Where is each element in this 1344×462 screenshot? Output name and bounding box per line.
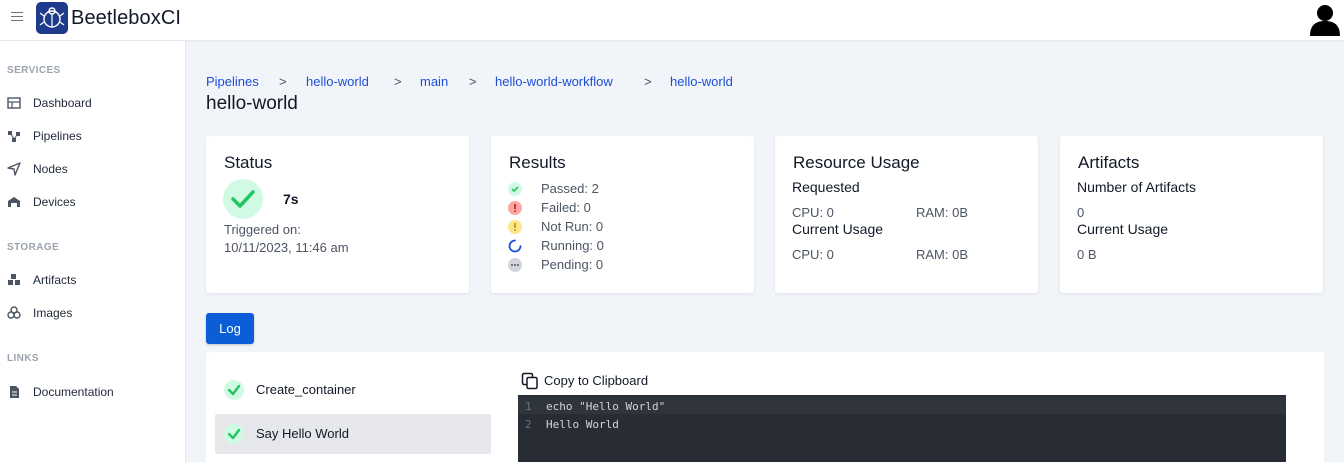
send-icon (7, 162, 21, 176)
resource-card-title: Resource Usage (793, 153, 920, 172)
breadcrumb-pipelines[interactable]: Pipelines (206, 74, 259, 89)
hamburger-menu-icon[interactable] (11, 12, 23, 24)
result-label: Pending: 0 (541, 257, 604, 272)
line-content: Hello World (546, 418, 619, 431)
result-label: Not Run: 0 (541, 219, 604, 234)
current-usage-label: Current Usage (792, 221, 884, 237)
sidebar-item-label: Artifacts (33, 273, 77, 287)
user-avatar-icon[interactable] (1308, 2, 1342, 36)
sidebar-item-label: Nodes (33, 162, 68, 176)
log-panel: Create_container Say Hello World Copy to… (206, 352, 1324, 462)
result-pending: Pending: 0 (508, 256, 738, 274)
current-cpu: CPU: 0 (792, 247, 834, 262)
status-card-title: Status (224, 153, 273, 172)
line-number: 2 (525, 418, 532, 431)
copy-icon (521, 372, 539, 390)
results-card-title: Results (509, 153, 566, 172)
artifact-count-value: 0 (1077, 205, 1085, 220)
log-line: 1 echo "Hello World" (518, 397, 1286, 414)
result-passed: Passed: 2 (508, 180, 738, 198)
requested-cpu: CPU: 0 (792, 205, 834, 220)
layers-icon (7, 306, 21, 320)
artifact-count-label: Number of Artifacts (1077, 179, 1197, 195)
log-output[interactable]: 1 echo "Hello World" 2 Hello World (518, 395, 1286, 462)
sidebar-item-documentation[interactable]: Documentation (0, 377, 186, 407)
step-say-hello-world[interactable]: Say Hello World (215, 414, 491, 454)
breadcrumb-separator: > (469, 74, 477, 89)
artifact-usage-label: Current Usage (1077, 221, 1169, 237)
result-label: Failed: 0 (541, 200, 591, 215)
beetle-logo-icon[interactable] (36, 2, 68, 34)
boxes-icon (7, 273, 21, 287)
pipeline-icon (7, 129, 21, 143)
step-label: Say Hello World (256, 426, 349, 441)
sidebar: SERVICES Dashboard Pipelines Nodes Devic… (0, 41, 186, 462)
result-not-run: Not Run: 0 (508, 218, 738, 236)
check-circle-icon (223, 179, 263, 219)
device-icon (7, 195, 21, 209)
artifacts-card: Artifacts Number of Artifacts 0 Current … (1060, 136, 1323, 293)
breadcrumb-separator: > (644, 74, 652, 89)
error-circle-icon (508, 201, 522, 215)
line-content: echo "Hello World" (546, 400, 666, 413)
sidebar-item-label: Documentation (33, 385, 114, 399)
triggered-label: Triggered on: (224, 222, 301, 237)
sidebar-item-label: Dashboard (33, 96, 92, 110)
warning-circle-icon (508, 220, 522, 234)
sidebar-item-nodes[interactable]: Nodes (0, 154, 186, 184)
sidebar-item-dashboard[interactable]: Dashboard (0, 88, 186, 118)
artifact-usage-value: 0 B (1077, 247, 1097, 262)
requested-ram: RAM: 0B (916, 205, 969, 220)
line-number: 1 (525, 400, 532, 413)
sidebar-section-links: LINKS (7, 353, 39, 364)
result-failed: Failed: 0 (508, 199, 738, 217)
breadcrumb-workflow[interactable]: hello-world-workflow (495, 74, 613, 89)
spinner-icon (508, 239, 522, 253)
brand-name[interactable]: BeetleboxCI (71, 7, 181, 30)
check-circle-icon (508, 182, 522, 196)
sidebar-item-devices[interactable]: Devices (0, 187, 186, 217)
result-label: Running: 0 (541, 238, 604, 253)
log-tab-button[interactable]: Log (206, 313, 254, 344)
sidebar-item-pipelines[interactable]: Pipelines (0, 121, 186, 151)
result-label: Passed: 2 (541, 181, 599, 196)
sidebar-item-artifacts[interactable]: Artifacts (0, 265, 186, 295)
document-icon (7, 385, 21, 399)
status-card: Status 7s Triggered on: 10/11/2023, 11:4… (206, 136, 469, 293)
sidebar-item-label: Pipelines (33, 129, 82, 143)
sidebar-item-label: Images (33, 306, 73, 320)
breadcrumb-separator: > (394, 74, 402, 89)
pending-dots-icon (508, 258, 522, 272)
check-circle-icon (224, 424, 244, 444)
breadcrumb-branch[interactable]: main (420, 74, 448, 89)
triggered-value: 10/11/2023, 11:46 am (224, 240, 349, 255)
sidebar-item-label: Devices (33, 195, 76, 209)
results-card: Results Passed: 2 Failed: 0 Not Run: 0 R… (491, 136, 754, 293)
copy-label: Copy to Clipboard (544, 373, 649, 388)
check-circle-icon (224, 380, 244, 400)
step-label: Create_container (256, 382, 356, 397)
sidebar-section-storage: STORAGE (7, 242, 60, 253)
breadcrumb-separator: > (279, 74, 287, 89)
table-icon (7, 96, 21, 110)
result-running: Running: 0 (508, 237, 738, 255)
sidebar-item-images[interactable]: Images (0, 298, 186, 328)
step-create-container[interactable]: Create_container (215, 370, 491, 410)
current-ram: RAM: 0B (916, 247, 969, 262)
requested-label: Requested (792, 179, 860, 195)
status-duration: 7s (283, 191, 299, 207)
page-title: hello-world (206, 93, 298, 114)
breadcrumb-pipeline[interactable]: hello-world (306, 74, 369, 89)
resource-usage-card: Resource Usage Requested CPU: 0 RAM: 0B … (775, 136, 1038, 293)
breadcrumb-job[interactable]: hello-world (670, 74, 733, 89)
top-bar: BeetleboxCI (0, 0, 1344, 41)
log-line: 2 Hello World (518, 415, 1286, 432)
sidebar-section-services: SERVICES (7, 65, 61, 76)
artifacts-card-title: Artifacts (1078, 153, 1140, 172)
